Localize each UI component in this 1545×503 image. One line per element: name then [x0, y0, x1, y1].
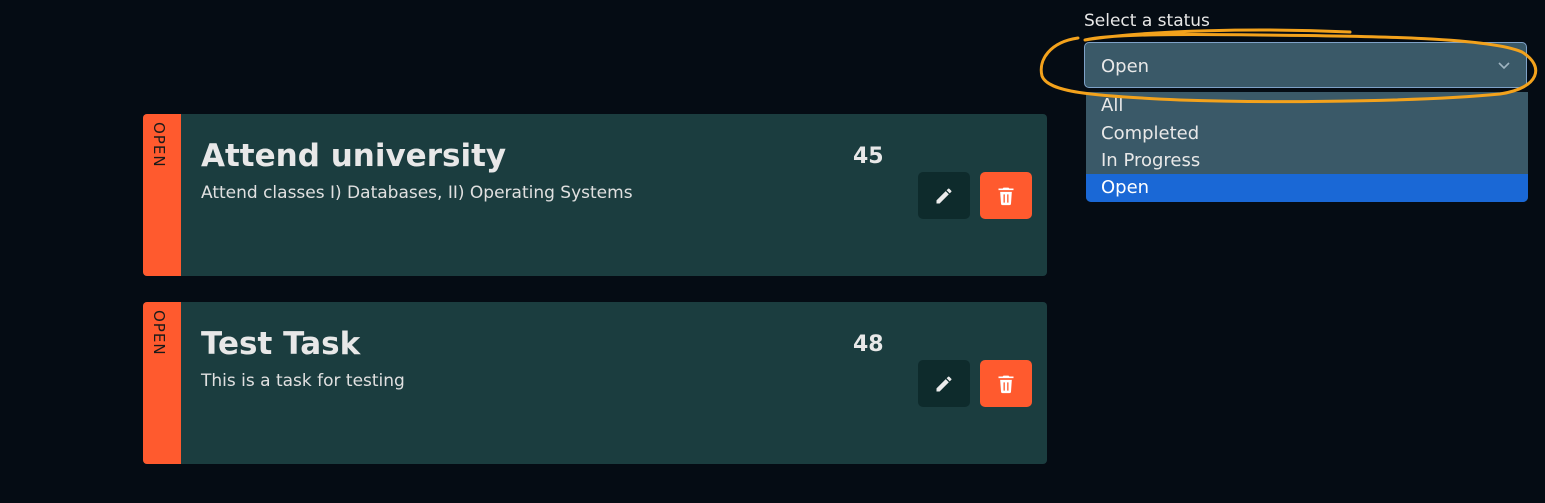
- status-option-completed[interactable]: Completed: [1086, 120, 1528, 148]
- pencil-icon: [936, 187, 952, 203]
- task-description: Attend classes I) Databases, II) Operati…: [201, 183, 633, 203]
- task-id: 48: [853, 332, 884, 357]
- status-dropdown-list: All Completed In Progress Open: [1086, 92, 1528, 202]
- task-description: This is a task for testing: [201, 371, 405, 391]
- chevron-down-icon: [1498, 62, 1510, 70]
- status-option-open[interactable]: Open: [1086, 174, 1528, 202]
- status-strip: OPEN: [143, 302, 181, 464]
- status-strip: OPEN: [143, 114, 181, 276]
- edit-button[interactable]: [918, 360, 970, 407]
- status-label: OPEN: [150, 310, 168, 356]
- page: OPEN Attend university Attend classes I)…: [0, 0, 1545, 503]
- status-option-all[interactable]: All: [1086, 92, 1528, 120]
- trash-icon: [998, 375, 1014, 393]
- status-select-label: Select a status: [1084, 11, 1210, 31]
- task-card: OPEN Test Task This is a task for testin…: [143, 302, 1047, 464]
- delete-button[interactable]: [980, 360, 1032, 407]
- task-title: Attend university: [201, 138, 507, 174]
- status-option-in-progress[interactable]: In Progress: [1086, 147, 1528, 175]
- delete-button[interactable]: [980, 172, 1032, 219]
- status-label: OPEN: [150, 122, 168, 168]
- trash-icon: [998, 187, 1014, 205]
- task-id: 45: [853, 144, 884, 169]
- status-select[interactable]: Open: [1084, 42, 1527, 88]
- task-title: Test Task: [201, 326, 361, 362]
- status-select-value: Open: [1101, 56, 1150, 77]
- edit-button[interactable]: [918, 172, 970, 219]
- task-card: OPEN Attend university Attend classes I)…: [143, 114, 1047, 276]
- pencil-icon: [936, 375, 952, 391]
